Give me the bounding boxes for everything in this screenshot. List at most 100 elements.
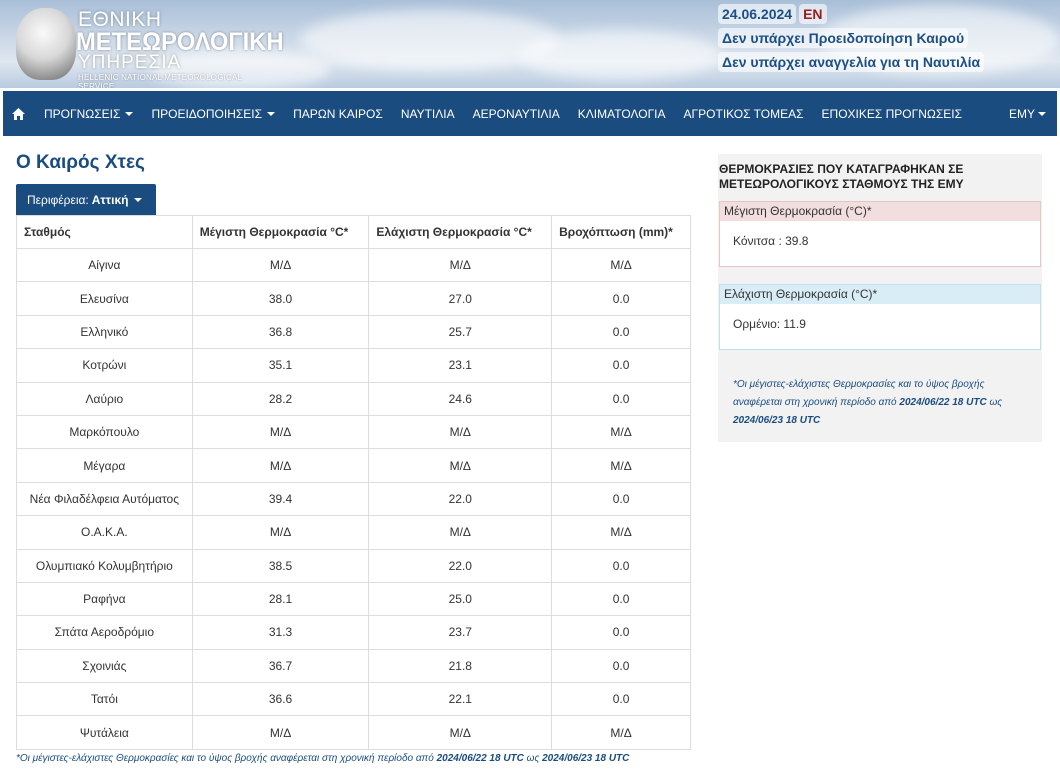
min-temp-cell: 22.0 [368, 548, 553, 583]
station-name: Σχοινιάς [16, 648, 193, 684]
station-name: Κοτρώνι [16, 348, 193, 383]
table-row: Μέγαρα Μ/Δ Μ/Δ Μ/Δ [16, 448, 691, 483]
max-temp-cell: 36.8 [191, 314, 370, 350]
nav-seasonal-forecasts[interactable]: ΕΠΟΧΙΚΕΣ ΠΡΟΓΝΩΣΕΙΣ [813, 91, 972, 136]
min-temp-cell: 22.0 [368, 481, 553, 517]
min-temp-cell: 25.7 [368, 314, 553, 350]
nav-shipping[interactable]: ΝΑΥΤΙΛΙΑ [392, 91, 464, 136]
page-title: Ο Καιρός Χτες [16, 152, 145, 173]
max-temp-cell: Μ/Δ [191, 715, 370, 750]
rain-cell: Μ/Δ [551, 715, 691, 750]
header-min-temp: Ελάχιστη Θερμοκρασία °C* [368, 215, 553, 249]
nav-aviation[interactable]: ΑΕΡΟΝΑΥΤΙΛΙΑ [464, 91, 569, 136]
station-name: Σπάτα Αεροδρόμιο [16, 615, 193, 650]
station-name: Ο.Α.Κ.Α. [16, 515, 193, 550]
region-dropdown[interactable]: Περιφέρεια: Αττική [16, 184, 156, 215]
rain-cell: Μ/Δ [551, 247, 691, 283]
current-date: 24.06.2024 [718, 4, 797, 24]
nav-label: ΕΜΥ [1008, 106, 1035, 121]
navtex-link[interactable]: Δεν υπάρχει αναγγελία για τη Ναυτιλία [718, 52, 985, 72]
max-temp-cell: Μ/Δ [191, 247, 370, 283]
rain-cell: Μ/Δ [551, 414, 691, 450]
site-logo[interactable]: ΕΘΝΙΚΗ ΜΕΤΕΩΡΟΛΟΓΙΚΗ ΥΠΗΡΕΣΙΑ HELLENIC N… [16, 6, 284, 88]
table-row: Ο.Α.Κ.Α. Μ/Δ Μ/Δ Μ/Δ [16, 515, 691, 550]
min-temp-cell: Μ/Δ [368, 247, 553, 283]
rain-cell: 0.0 [551, 481, 691, 517]
nav-climatology[interactable]: ΚΛΙΜΑΤΟΛΟΓΙΑ [569, 91, 675, 136]
rain-cell: 0.0 [551, 581, 691, 617]
station-name: Τατόι [16, 682, 193, 717]
max-temp-cell: Μ/Δ [191, 414, 370, 450]
station-name: Ελευσίνα [16, 281, 193, 316]
nav-agriculture[interactable]: ΑΓΡΟΤΙΚΟΣ ΤΟΜΕΑΣ [675, 91, 813, 136]
max-temp-cell: 36.7 [191, 648, 370, 684]
max-temp-cell: 38.0 [191, 281, 370, 316]
max-temp-cell: 36.6 [191, 682, 370, 717]
nav-label: ΠΡΟΕΙΔΟΠΟΙΗΣΕΙΣ [151, 106, 263, 121]
table-row: Ψυτάλεια Μ/Δ Μ/Δ Μ/Δ [16, 715, 691, 750]
max-temp-cell: 31.3 [191, 615, 370, 650]
rain-cell: 0.0 [551, 381, 691, 416]
nav-warnings[interactable]: ΠΡΟΕΙΔΟΠΟΙΗΣΕΙΣ [142, 91, 284, 136]
max-temp-heading: Μέγιστη Θερμοκρασία (°C)* [720, 202, 1040, 221]
max-temp-cell: 35.1 [191, 348, 370, 383]
min-temp-cell: Μ/Δ [368, 715, 553, 750]
footnote-text: *Οι μέγιστες-ελάχιστες Θερμοκρασίες και … [16, 753, 434, 764]
panel-note-mid: ως [989, 397, 1003, 408]
footnote-mid: ως [526, 753, 540, 764]
region-prefix: Περιφέρεια: [27, 192, 89, 207]
weather-warning-link[interactable]: Δεν υπάρχει Προειδοποίηση Καιρού [718, 28, 969, 48]
max-temp-cell: 39.4 [191, 481, 370, 517]
nav-emy-menu[interactable]: ΕΜΥ [1000, 91, 1057, 136]
rain-cell: Μ/Δ [551, 448, 691, 483]
aristotle-head-icon [16, 8, 76, 80]
min-temp-value: Ορμένιο: 11.9 [733, 317, 806, 331]
min-temp-cell: Μ/Δ [368, 515, 553, 550]
table-row: Ελευσίνα 38.0 27.0 0.0 [16, 281, 691, 316]
caret-down-icon [267, 111, 276, 116]
caret-down-icon [133, 197, 142, 202]
table-row: Λαύριο 28.2 24.6 0.0 [16, 381, 691, 416]
min-temp-cell: Μ/Δ [368, 448, 553, 483]
min-temp-cell: 22.1 [368, 682, 553, 717]
max-temp-cell: 28.2 [191, 381, 370, 416]
min-temp-heading: Ελάχιστη Θερμοκρασία (°C)* [720, 285, 1040, 304]
max-temp-value: Κόνιτσα : 39.8 [733, 234, 809, 248]
caret-down-icon [1038, 111, 1046, 116]
table-row: Ελληνικό 36.8 25.7 0.0 [16, 314, 691, 350]
nav-label: ΠΡΟΓΝΩΣΕΙΣ [44, 106, 121, 121]
header-station: Σταθμός [16, 215, 193, 249]
table-row: Νέα Φιλαδέλφεια Αυτόματος 39.4 22.0 0.0 [16, 481, 691, 517]
station-name: Λαύριο [16, 381, 193, 416]
region-value: Αττική [91, 192, 129, 207]
max-temp-cell: 28.1 [191, 581, 370, 617]
table-row: Σχοινιάς 36.7 21.8 0.0 [16, 648, 691, 684]
header-rain: Βροχόπτωση (mm)* [551, 215, 691, 249]
footnote-to: 2024/06/23 18 UTC [542, 753, 630, 764]
table-row: Μαρκόπουλο Μ/Δ Μ/Δ Μ/Δ [16, 414, 691, 450]
rain-cell: Μ/Δ [551, 515, 691, 550]
observations-table: Σταθμός Μέγιστη Θερμοκρασία °C* Ελάχιστη… [16, 215, 691, 750]
station-name: Νέα Φιλαδέλφεια Αυτόματος [16, 481, 193, 517]
table-row: Κοτρώνι 35.1 23.1 0.0 [16, 348, 691, 383]
max-temp-cell: 38.5 [191, 548, 370, 583]
home-icon [12, 107, 25, 120]
table-row: Σπάτα Αεροδρόμιο 31.3 23.7 0.0 [16, 615, 691, 650]
rain-cell: 0.0 [551, 348, 691, 383]
rain-cell: 0.0 [551, 615, 691, 650]
table-row: Τατόι 36.6 22.1 0.0 [16, 682, 691, 717]
rain-cell: 0.0 [551, 648, 691, 684]
station-name: Μέγαρα [16, 448, 193, 483]
station-name: Ψυτάλεια [16, 715, 193, 750]
station-name: Ραφήνα [16, 581, 193, 617]
min-temp-cell: 21.8 [368, 648, 553, 684]
nav-forecasts[interactable]: ΠΡΟΓΝΩΣΕΙΣ [35, 91, 142, 136]
language-switch-en[interactable]: EN [799, 4, 827, 24]
max-temp-cell: Μ/Δ [191, 515, 370, 550]
rain-cell: 0.0 [551, 281, 691, 316]
min-temp-cell: 27.0 [368, 281, 553, 316]
nav-current-weather[interactable]: ΠΑΡΩΝ ΚΑΙΡΟΣ [284, 91, 392, 136]
nav-home[interactable] [3, 91, 35, 136]
rain-cell: 0.0 [551, 314, 691, 350]
station-extremes-panel: ΘΕΡΜΟΚΡΑΣΙΕΣ ΠΟΥ ΚΑΤΑΓΡΑΦΗΚΑΝ ΣΕ ΜΕΤΕΩΡΟ… [718, 154, 1042, 442]
